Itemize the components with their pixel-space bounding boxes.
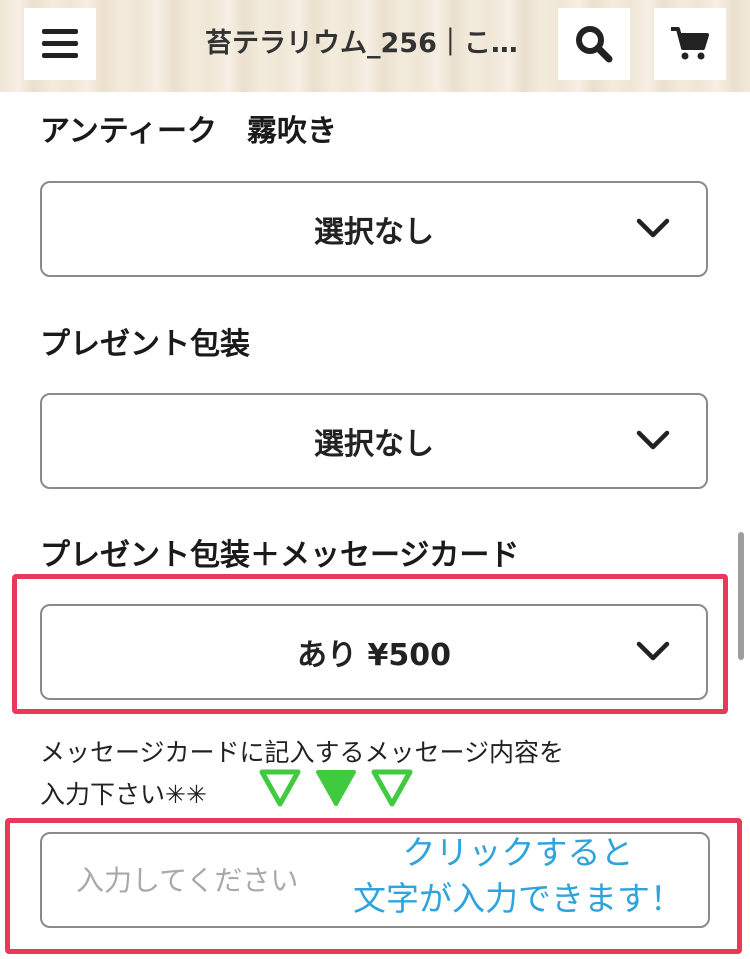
option-label-gift-wrap-message-card: プレゼント包装＋メッセージカード — [40, 538, 520, 573]
triangle-filled-icon — [316, 770, 356, 806]
select-value: 選択なし — [314, 215, 434, 250]
cart-icon — [671, 27, 709, 60]
triangle-outline-icon — [371, 769, 413, 807]
header-bar: 苔テラリウム_256｜こ… — [0, 0, 750, 92]
chevron-down-icon — [636, 430, 670, 450]
message-instruction-line2: 入力下さい✳︎✳︎ — [40, 780, 207, 809]
select-gift-wrap[interactable]: 選択なし — [40, 393, 708, 489]
message-instruction-line1: メッセージカードに記入するメッセージ内容を — [40, 738, 565, 767]
select-value: あり ¥500 — [297, 638, 451, 673]
option-label-antique-spray: アンティーク 霧吹き — [40, 114, 337, 149]
select-gift-wrap-message-card[interactable]: あり ¥500 — [40, 604, 708, 700]
search-icon — [576, 26, 613, 63]
select-value: 選択なし — [314, 427, 434, 462]
search-button[interactable] — [558, 8, 630, 80]
chevron-down-icon — [636, 218, 670, 238]
scrollbar[interactable] — [738, 532, 744, 660]
page-title: 苔テラリウム_256｜こ… — [205, 28, 518, 59]
cart-button[interactable] — [654, 8, 726, 80]
triangle-outline-icon — [259, 769, 301, 807]
hamburger-menu-icon — [42, 29, 78, 58]
menu-button[interactable] — [24, 8, 96, 80]
select-antique-spray[interactable]: 選択なし — [40, 181, 708, 277]
option-label-gift-wrap: プレゼント包装 — [40, 327, 250, 362]
message-input[interactable] — [40, 832, 710, 928]
chevron-down-icon — [636, 641, 670, 661]
